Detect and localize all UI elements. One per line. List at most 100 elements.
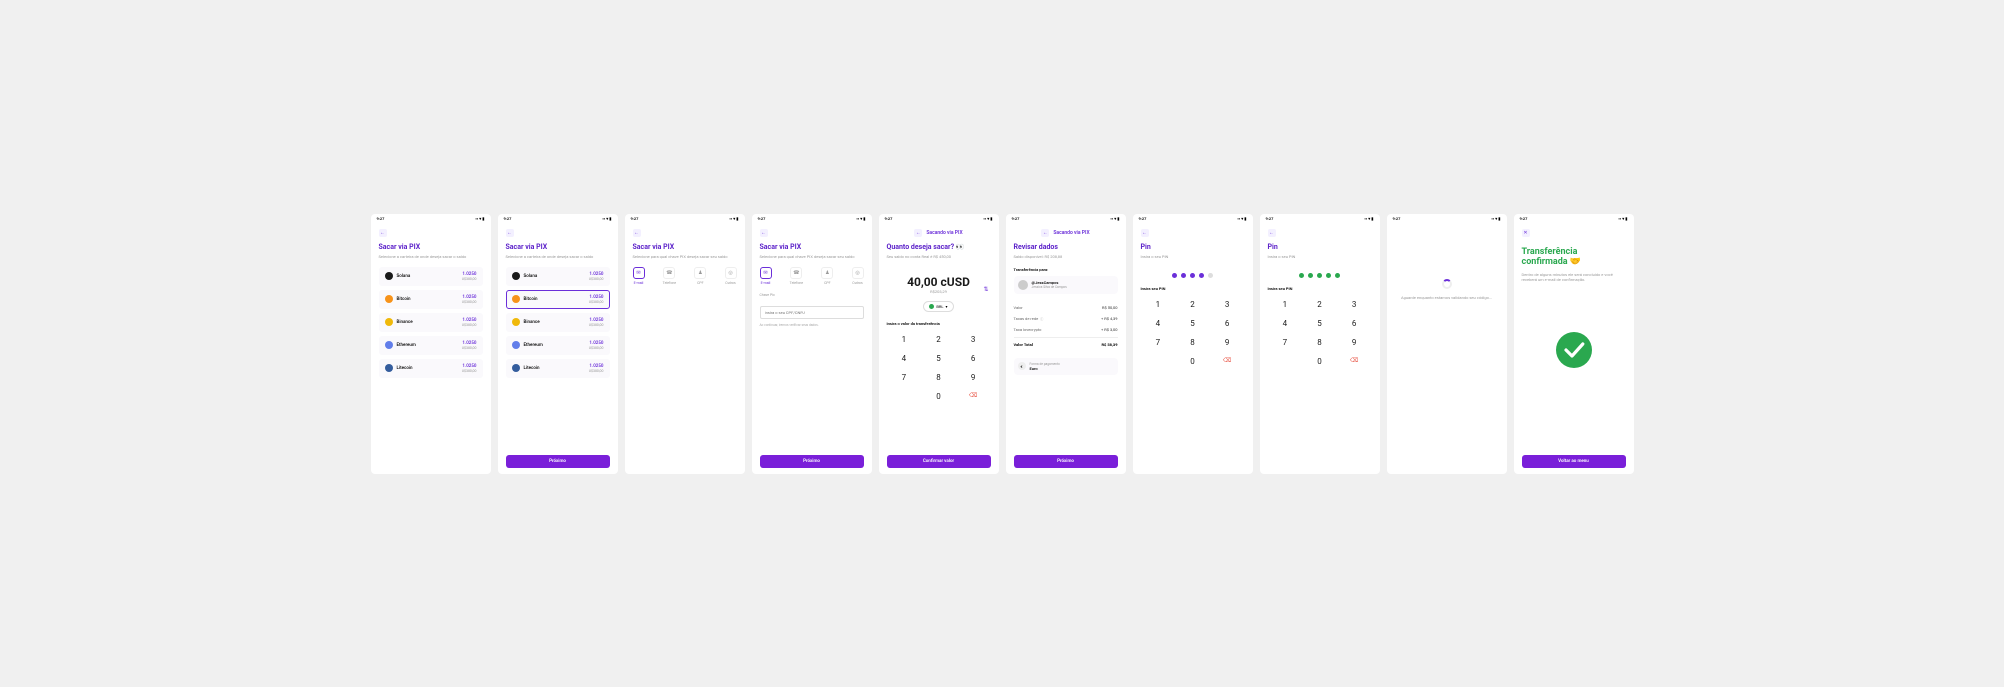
status-bar: 9:27 ▪▪ ▾ ▮ xyxy=(371,214,491,223)
wallet-value: 1.0250 xyxy=(462,295,477,300)
key-4[interactable]: 4 xyxy=(1268,314,1303,333)
pix-key-input[interactable] xyxy=(760,306,864,319)
info-icon[interactable]: ⓘ xyxy=(1040,317,1043,321)
key-6[interactable]: 6 xyxy=(1210,314,1245,333)
back-button[interactable]: ←Sacando via PIX xyxy=(1014,229,1118,237)
pix-type-cpf[interactable]: ♟CPF xyxy=(694,267,706,285)
pix-type-e-mail[interactable]: ✉E-mail xyxy=(633,267,645,285)
page-subtitle: Selecione para qual chave PIX deseja sac… xyxy=(760,254,864,259)
wallet-value: 1.0250 xyxy=(589,295,604,300)
key-4[interactable]: 4 xyxy=(887,349,922,368)
key-5[interactable]: 5 xyxy=(1302,314,1337,333)
pix-type-outros[interactable]: ◎Outros xyxy=(725,267,737,285)
wallet-value: 1.0250 xyxy=(589,364,604,369)
wallet-item-binance[interactable]: Binance1.0250U$380,00 xyxy=(379,313,483,332)
key-8[interactable]: 8 xyxy=(1175,333,1210,352)
pix-type-telefone[interactable]: ☎Telefone xyxy=(663,267,676,285)
confirm-button[interactable]: Confirmar valor xyxy=(887,455,991,468)
key-7[interactable]: 7 xyxy=(887,368,922,387)
page-title: Revisar dados xyxy=(1014,243,1118,251)
key-0[interactable]: 0 xyxy=(921,387,956,406)
wallet-usd: U$380,00 xyxy=(589,277,604,281)
key-9[interactable]: 9 xyxy=(1337,333,1372,352)
key-7[interactable]: 7 xyxy=(1268,333,1303,352)
fee-value: + R$ 3,00 xyxy=(1101,327,1118,332)
swap-icon[interactable]: ⇅ xyxy=(983,286,988,293)
back-button[interactable]: ← xyxy=(506,229,514,237)
key-2[interactable]: 2 xyxy=(921,330,956,349)
key-delete[interactable]: ⌫ xyxy=(1337,352,1372,371)
pix-type-e-mail[interactable]: ✉E-mail xyxy=(760,267,772,285)
pix-type-icon: ✉ xyxy=(633,267,645,279)
wallet-item-ethereum[interactable]: Ethereum1.0250U$380,00 xyxy=(506,336,610,355)
pin-dot xyxy=(1181,273,1186,278)
key-2[interactable]: 2 xyxy=(1175,295,1210,314)
back-button[interactable]: ← xyxy=(1141,229,1149,237)
key-3[interactable]: 3 xyxy=(1210,295,1245,314)
key-5[interactable]: 5 xyxy=(921,349,956,368)
key-1[interactable]: 1 xyxy=(887,330,922,349)
status-time: 9:27 xyxy=(1139,216,1147,221)
screen-confirmed: 9:27 ▪▪ ▾ ▮ ✕ Transferência confirmada 🤝… xyxy=(1514,214,1634,474)
status-bar: 9:27 ▪▪ ▾ ▮ xyxy=(1514,214,1634,223)
pix-type-icon: ♟ xyxy=(821,267,833,279)
key-9[interactable]: 9 xyxy=(1210,333,1245,352)
pix-type-cpf[interactable]: ♟CPF xyxy=(821,267,833,285)
wallet-item-solana[interactable]: Solana1.0250U$380,00 xyxy=(379,267,483,286)
next-button[interactable]: Próximo xyxy=(1014,455,1118,468)
page-subtitle: Selecione a carteira de onde deseja saca… xyxy=(379,254,483,259)
key-7[interactable]: 7 xyxy=(1141,333,1176,352)
status-time: 9:27 xyxy=(504,216,512,221)
wallet-item-litecoin[interactable]: Litecoin1.0250U$380,00 xyxy=(506,359,610,378)
key-delete[interactable]: ⌫ xyxy=(1210,352,1245,371)
pix-type-telefone[interactable]: ☎Telefone xyxy=(790,267,803,285)
wallet-item-binance[interactable]: Binance1.0250U$380,00 xyxy=(506,313,610,332)
back-button[interactable]: ← xyxy=(760,229,768,237)
key-delete[interactable]: ⌫ xyxy=(956,387,991,406)
wallet-item-ethereum[interactable]: Ethereum1.0250U$380,00 xyxy=(379,336,483,355)
key-5[interactable]: 5 xyxy=(1175,314,1210,333)
pix-type-outros[interactable]: ◎Outros xyxy=(852,267,864,285)
status-time: 9:27 xyxy=(885,216,893,221)
key-4[interactable]: 4 xyxy=(1141,314,1176,333)
key-6[interactable]: 6 xyxy=(956,349,991,368)
recipient-fullname: Jessica Silva de Campos xyxy=(1032,285,1067,289)
screen-pin-entry: 9:27 ▪▪ ▾ ▮ ← Pin Insira o seu PIN Insir… xyxy=(1133,214,1253,474)
key-2[interactable]: 2 xyxy=(1302,295,1337,314)
page-subtitle: Selecione a carteira de onde deseja saca… xyxy=(506,254,610,259)
status-icons: ▪▪ ▾ ▮ xyxy=(1237,216,1246,221)
key-1[interactable]: 1 xyxy=(1141,295,1176,314)
wallet-item-bitcoin[interactable]: Bitcoin1.0250U$380,00 xyxy=(506,290,610,309)
screen-pix-type: 9:27 ▪▪ ▾ ▮ ← Sacar via PIX Selecione pa… xyxy=(625,214,745,474)
section-label: Transferência para: xyxy=(1014,267,1118,272)
currency-selector[interactable]: BRL ▾ xyxy=(923,301,953,312)
status-time: 9:27 xyxy=(758,216,766,221)
back-button[interactable]: ← xyxy=(633,229,641,237)
key-1[interactable]: 1 xyxy=(1268,295,1303,314)
key-8[interactable]: 8 xyxy=(921,368,956,387)
back-button[interactable]: ← xyxy=(1268,229,1276,237)
close-button[interactable]: ✕ xyxy=(1522,229,1530,237)
key-0[interactable]: 0 xyxy=(1175,352,1210,371)
wallet-item-solana[interactable]: Solana1.0250U$380,00 xyxy=(506,267,610,286)
wallet-icon xyxy=(512,341,520,349)
wallet-item-litecoin[interactable]: Litecoin1.0250U$380,00 xyxy=(379,359,483,378)
key-3[interactable]: 3 xyxy=(1337,295,1372,314)
payment-method[interactable]: € Forma de pagamento Euro xyxy=(1014,358,1118,375)
balance-text: Seu saldo no conta Real é R$ 450,00 xyxy=(887,254,991,259)
key-0[interactable]: 0 xyxy=(1302,352,1337,371)
key-8[interactable]: 8 xyxy=(1302,333,1337,352)
wallet-item-bitcoin[interactable]: Bitcoin1.0250U$380,00 xyxy=(379,290,483,309)
next-button[interactable]: Próximo xyxy=(760,455,864,468)
next-button[interactable]: Próximo xyxy=(506,455,610,468)
fee-row: Taxa lovecrypto + R$ 3,00 xyxy=(1014,324,1118,335)
back-button[interactable]: ← xyxy=(379,229,387,237)
key-6[interactable]: 6 xyxy=(1337,314,1372,333)
loading-text: Aguarde enquanto estamos validando seu c… xyxy=(1395,295,1499,300)
key-9[interactable]: 9 xyxy=(956,368,991,387)
key-3[interactable]: 3 xyxy=(956,330,991,349)
back-button[interactable]: ←Sacando via PIX xyxy=(887,229,991,237)
back-to-menu-button[interactable]: Voltar ao menu xyxy=(1522,455,1626,468)
fee-label: Taxa lovecrypto xyxy=(1014,327,1042,332)
fee-value: + R$ 4,39 xyxy=(1101,316,1118,321)
